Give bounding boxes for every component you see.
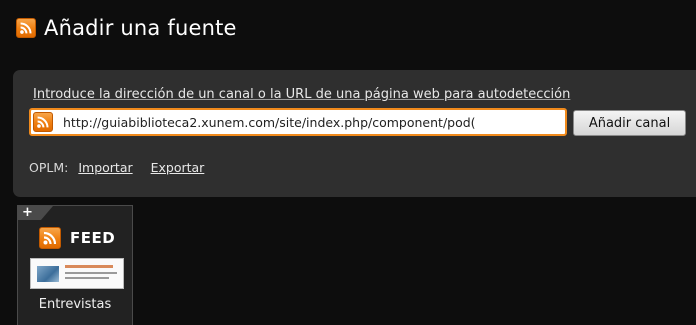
rss-icon — [33, 112, 53, 132]
page-header: Añadir una fuente — [16, 13, 237, 43]
add-feed-panel: Introduce la dirección de un canal o la … — [13, 70, 696, 197]
opml-row: OPLM: Importar Exportar — [29, 160, 204, 175]
opml-label: OPLM: — [29, 160, 69, 175]
export-link[interactable]: Exportar — [151, 160, 205, 175]
thumbnail-line — [65, 265, 113, 268]
rss-icon — [16, 18, 36, 38]
import-link[interactable]: Importar — [78, 160, 132, 175]
instruction-text: Introduce la dirección de un canal o la … — [33, 87, 571, 102]
thumbnail-image — [37, 266, 59, 282]
add-feed-button[interactable]: Añadir canal — [573, 110, 686, 136]
rss-icon — [39, 227, 61, 249]
feed-url-field[interactable] — [29, 108, 567, 136]
feed-card-name[interactable]: Entrevistas — [17, 297, 133, 312]
thumbnail-line — [65, 277, 109, 279]
feed-badge: FEED — [30, 225, 126, 251]
feed-badge-label: FEED — [70, 229, 116, 247]
feed-url-input[interactable] — [53, 111, 565, 133]
page-title: Añadir una fuente — [44, 16, 237, 40]
plus-icon[interactable]: + — [17, 206, 53, 220]
thumbnail-line — [65, 272, 117, 274]
feed-thumbnail[interactable] — [30, 258, 124, 289]
